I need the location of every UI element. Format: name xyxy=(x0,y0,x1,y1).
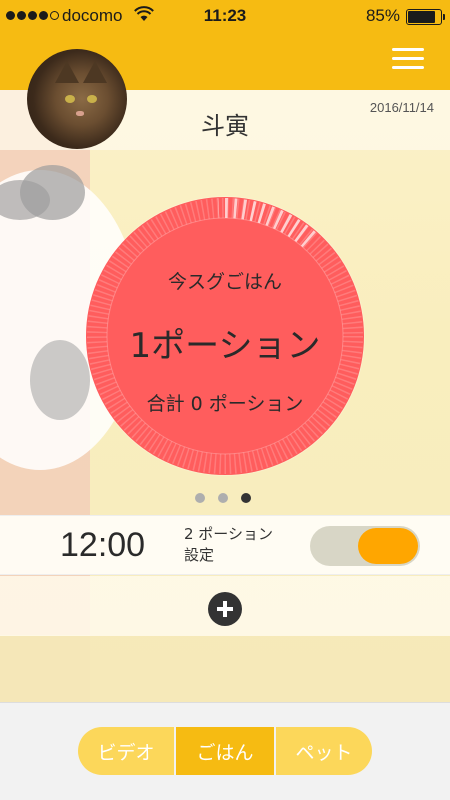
schedule-toggle[interactable] xyxy=(310,526,420,566)
date-label: 2016/11/14 xyxy=(369,100,434,115)
page-dot[interactable] xyxy=(195,493,205,503)
page-indicator xyxy=(195,493,251,503)
page-dot-active[interactable] xyxy=(241,493,251,503)
tab-pet[interactable]: ペット xyxy=(276,727,372,775)
segmented-tabs: ビデオ ごはん ペット xyxy=(78,727,372,775)
bottom-tab-bar: ビデオ ごはん ペット xyxy=(0,702,450,800)
feed-now-label: 今スグごはん xyxy=(167,271,282,293)
schedule-time[interactable]: 12:00 xyxy=(60,526,145,565)
schedule-portion: 2 ポーション xyxy=(184,525,274,543)
feeding-schedule-row[interactable]: 12:00 2 ポーション 設定 xyxy=(0,515,450,575)
portion-amount: 1ポーション xyxy=(129,326,321,366)
battery-percent: 85% xyxy=(365,6,400,25)
battery-icon xyxy=(406,9,445,25)
feed-now-dial[interactable]: 今スグごはん 1ポーション 合計 0 ポーション xyxy=(86,197,364,475)
schedule-info: 2 ポーション 設定 xyxy=(184,524,273,566)
status-bar: docomo 11:23 85% xyxy=(0,0,450,32)
add-schedule-row xyxy=(0,576,450,636)
tab-video[interactable]: ビデオ xyxy=(78,727,174,775)
hamburger-menu-icon[interactable] xyxy=(392,48,424,70)
schedule-setting-label: 設定 xyxy=(184,546,215,564)
page-dot[interactable] xyxy=(218,493,228,503)
toggle-knob xyxy=(358,528,418,564)
plus-circle-icon[interactable] xyxy=(208,592,242,626)
total-portions: 合計 0 ポーション xyxy=(146,393,304,415)
tab-food[interactable]: ごはん xyxy=(176,727,274,775)
